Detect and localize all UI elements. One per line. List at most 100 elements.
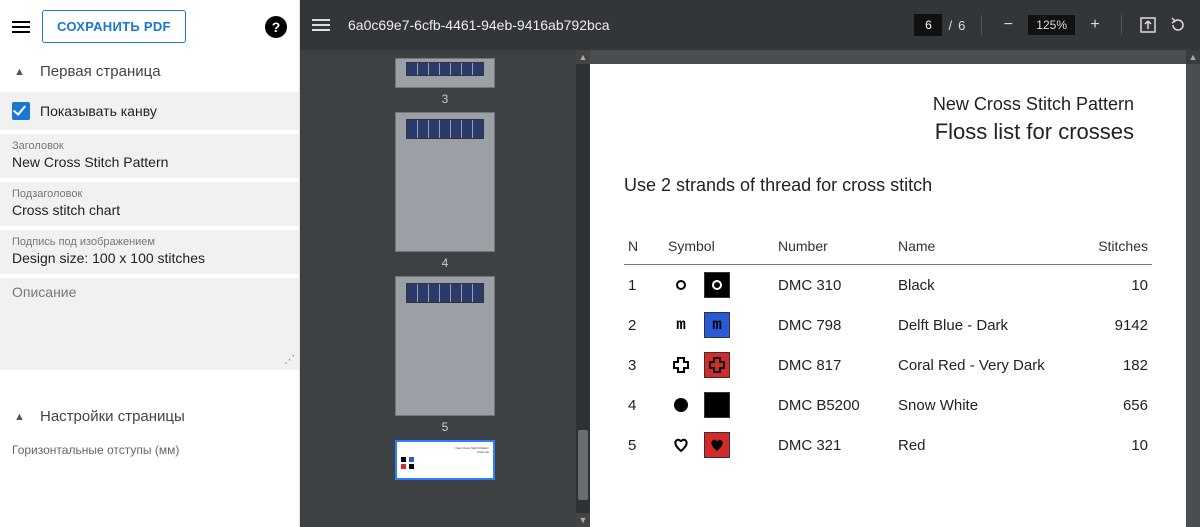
page-canvas: ▲ New Cross Stitch Pattern Floss list fo… bbox=[590, 50, 1200, 527]
symbol-swatch bbox=[704, 352, 730, 378]
resize-handle-icon[interactable]: ⋰ bbox=[284, 353, 293, 366]
page-indicator: / 6 bbox=[914, 14, 965, 36]
thumbnail-scrollbar[interactable]: ▲ ▼ bbox=[576, 50, 590, 527]
thumbnail-page[interactable]: 3 bbox=[395, 58, 495, 106]
cell-number: DMC 310 bbox=[774, 265, 894, 306]
col-number: Number bbox=[774, 232, 894, 265]
show-canvas-toggle[interactable]: Показывать канву bbox=[0, 92, 299, 130]
description-field[interactable]: Описание ⋰ bbox=[0, 278, 299, 370]
scroll-handle[interactable] bbox=[578, 430, 588, 500]
cell-stitches: 10 bbox=[1072, 265, 1152, 306]
table-row: 5 DMC 321Red10 bbox=[624, 425, 1152, 465]
thumb-number: 4 bbox=[442, 256, 449, 270]
page-sep: / bbox=[948, 18, 952, 33]
page-title: New Cross Stitch Pattern bbox=[624, 94, 1134, 115]
caption-field[interactable]: Подпись под изображением Design size: 10… bbox=[0, 230, 299, 274]
symbol-glyph-icon bbox=[668, 432, 694, 458]
table-row: 1 DMC 310Black10 bbox=[624, 265, 1152, 306]
checkbox-checked-icon bbox=[12, 102, 30, 120]
section-page-settings[interactable]: ▲ Настройки страницы bbox=[0, 398, 299, 435]
cell-symbol bbox=[664, 425, 774, 465]
page-instruction: Use 2 strands of thread for cross stitch bbox=[624, 175, 1152, 196]
show-canvas-label: Показывать канву bbox=[40, 103, 157, 119]
zoom-value[interactable]: 125% bbox=[1028, 15, 1075, 35]
cell-number: DMC 798 bbox=[774, 305, 894, 345]
table-row: 2mmDMC 798Delft Blue - Dark9142 bbox=[624, 305, 1152, 345]
page-current-input[interactable] bbox=[914, 14, 942, 36]
table-row: 4DMC B5200Snow White656 bbox=[624, 385, 1152, 425]
thumbnail-panel: 3 4 5 New Cross Stitch PatternFloss list bbox=[300, 50, 590, 527]
scroll-up-icon[interactable]: ▲ bbox=[576, 50, 590, 64]
col-stitches: Stitches bbox=[1072, 232, 1152, 265]
symbol-swatch bbox=[704, 432, 730, 458]
cell-number: DMC 321 bbox=[774, 425, 894, 465]
symbol-swatch bbox=[704, 272, 730, 298]
pdf-viewer: 6a0c69e7-6cfb-4461-94eb-9416ab792bca / 6… bbox=[300, 0, 1200, 527]
scroll-down-icon[interactable]: ▼ bbox=[576, 513, 590, 527]
field-label: Подпись под изображением bbox=[12, 236, 287, 248]
cell-symbol bbox=[664, 345, 774, 385]
viewer-menu-icon[interactable] bbox=[312, 19, 330, 31]
cell-name: Black bbox=[894, 265, 1072, 306]
cell-symbol bbox=[664, 385, 774, 425]
cell-symbol: mm bbox=[664, 305, 774, 345]
cell-number: DMC 817 bbox=[774, 345, 894, 385]
field-placeholder: Описание bbox=[12, 284, 287, 300]
thumbnail-page-current[interactable]: New Cross Stitch PatternFloss list bbox=[395, 440, 495, 480]
hpadding-label: Горизонтальные отступы (мм) bbox=[0, 435, 299, 459]
save-pdf-button[interactable]: СОХРАНИТЬ PDF bbox=[42, 10, 186, 43]
thumb-number: 3 bbox=[442, 92, 449, 106]
cell-n: 1 bbox=[624, 265, 664, 306]
toolbar-divider bbox=[981, 15, 982, 35]
cell-number: DMC B5200 bbox=[774, 385, 894, 425]
page-total: 6 bbox=[958, 18, 965, 33]
table-row: 3 DMC 817Coral Red - Very Dark182 bbox=[624, 345, 1152, 385]
cell-stitches: 656 bbox=[1072, 385, 1152, 425]
editor-sidebar: СОХРАНИТЬ PDF ? ▲ Первая страница Показы… bbox=[0, 0, 300, 527]
thumbnail-page[interactable]: 5 bbox=[395, 276, 495, 434]
cell-n: 5 bbox=[624, 425, 664, 465]
cell-name: Red bbox=[894, 425, 1072, 465]
cell-n: 3 bbox=[624, 345, 664, 385]
cell-n: 4 bbox=[624, 385, 664, 425]
fit-page-icon[interactable] bbox=[1138, 15, 1158, 35]
cell-stitches: 182 bbox=[1072, 345, 1152, 385]
field-value: New Cross Stitch Pattern bbox=[12, 154, 287, 170]
cell-name: Coral Red - Very Dark bbox=[894, 345, 1072, 385]
zoom-out-button[interactable]: − bbox=[998, 16, 1018, 34]
help-icon[interactable]: ? bbox=[265, 16, 287, 38]
floss-table: N Symbol Number Name Stitches 1 DMC 310Bl… bbox=[624, 232, 1152, 465]
section-first-page[interactable]: ▲ Первая страница bbox=[0, 53, 299, 90]
zoom-in-button[interactable]: + bbox=[1085, 16, 1105, 34]
chevron-up-icon: ▲ bbox=[14, 411, 26, 423]
symbol-glyph-icon: m bbox=[668, 312, 694, 338]
toolbar-divider bbox=[1121, 15, 1122, 35]
thumbnail-page[interactable]: 4 bbox=[395, 112, 495, 270]
cell-name: Delft Blue - Dark bbox=[894, 305, 1072, 345]
cell-stitches: 10 bbox=[1072, 425, 1152, 465]
cell-symbol bbox=[664, 265, 774, 306]
col-symbol: Symbol bbox=[664, 232, 774, 265]
rotate-icon[interactable] bbox=[1168, 15, 1188, 35]
title-field[interactable]: Заголовок New Cross Stitch Pattern bbox=[0, 134, 299, 178]
col-name: Name bbox=[894, 232, 1072, 265]
symbol-glyph-icon bbox=[668, 272, 694, 298]
symbol-glyph-icon bbox=[668, 352, 694, 378]
section-label: Настройки страницы bbox=[40, 408, 185, 425]
subtitle-field[interactable]: Подзаголовок Cross stitch chart bbox=[0, 182, 299, 226]
thumb-number: 5 bbox=[442, 420, 449, 434]
symbol-swatch bbox=[704, 392, 730, 418]
col-n: N bbox=[624, 232, 664, 265]
scroll-up-icon[interactable]: ▲ bbox=[1186, 50, 1200, 64]
symbol-glyph-icon bbox=[668, 392, 694, 418]
field-value: Design size: 100 x 100 stitches bbox=[12, 250, 287, 266]
cell-n: 2 bbox=[624, 305, 664, 345]
document-title: 6a0c69e7-6cfb-4461-94eb-9416ab792bca bbox=[348, 17, 610, 33]
field-label: Заголовок bbox=[12, 140, 287, 152]
cell-stitches: 9142 bbox=[1072, 305, 1152, 345]
field-value: Cross stitch chart bbox=[12, 202, 287, 218]
viewer-toolbar: 6a0c69e7-6cfb-4461-94eb-9416ab792bca / 6… bbox=[300, 0, 1200, 50]
field-label: Подзаголовок bbox=[12, 188, 287, 200]
page-subtitle: Floss list for crosses bbox=[624, 119, 1134, 145]
menu-icon[interactable] bbox=[12, 21, 30, 33]
